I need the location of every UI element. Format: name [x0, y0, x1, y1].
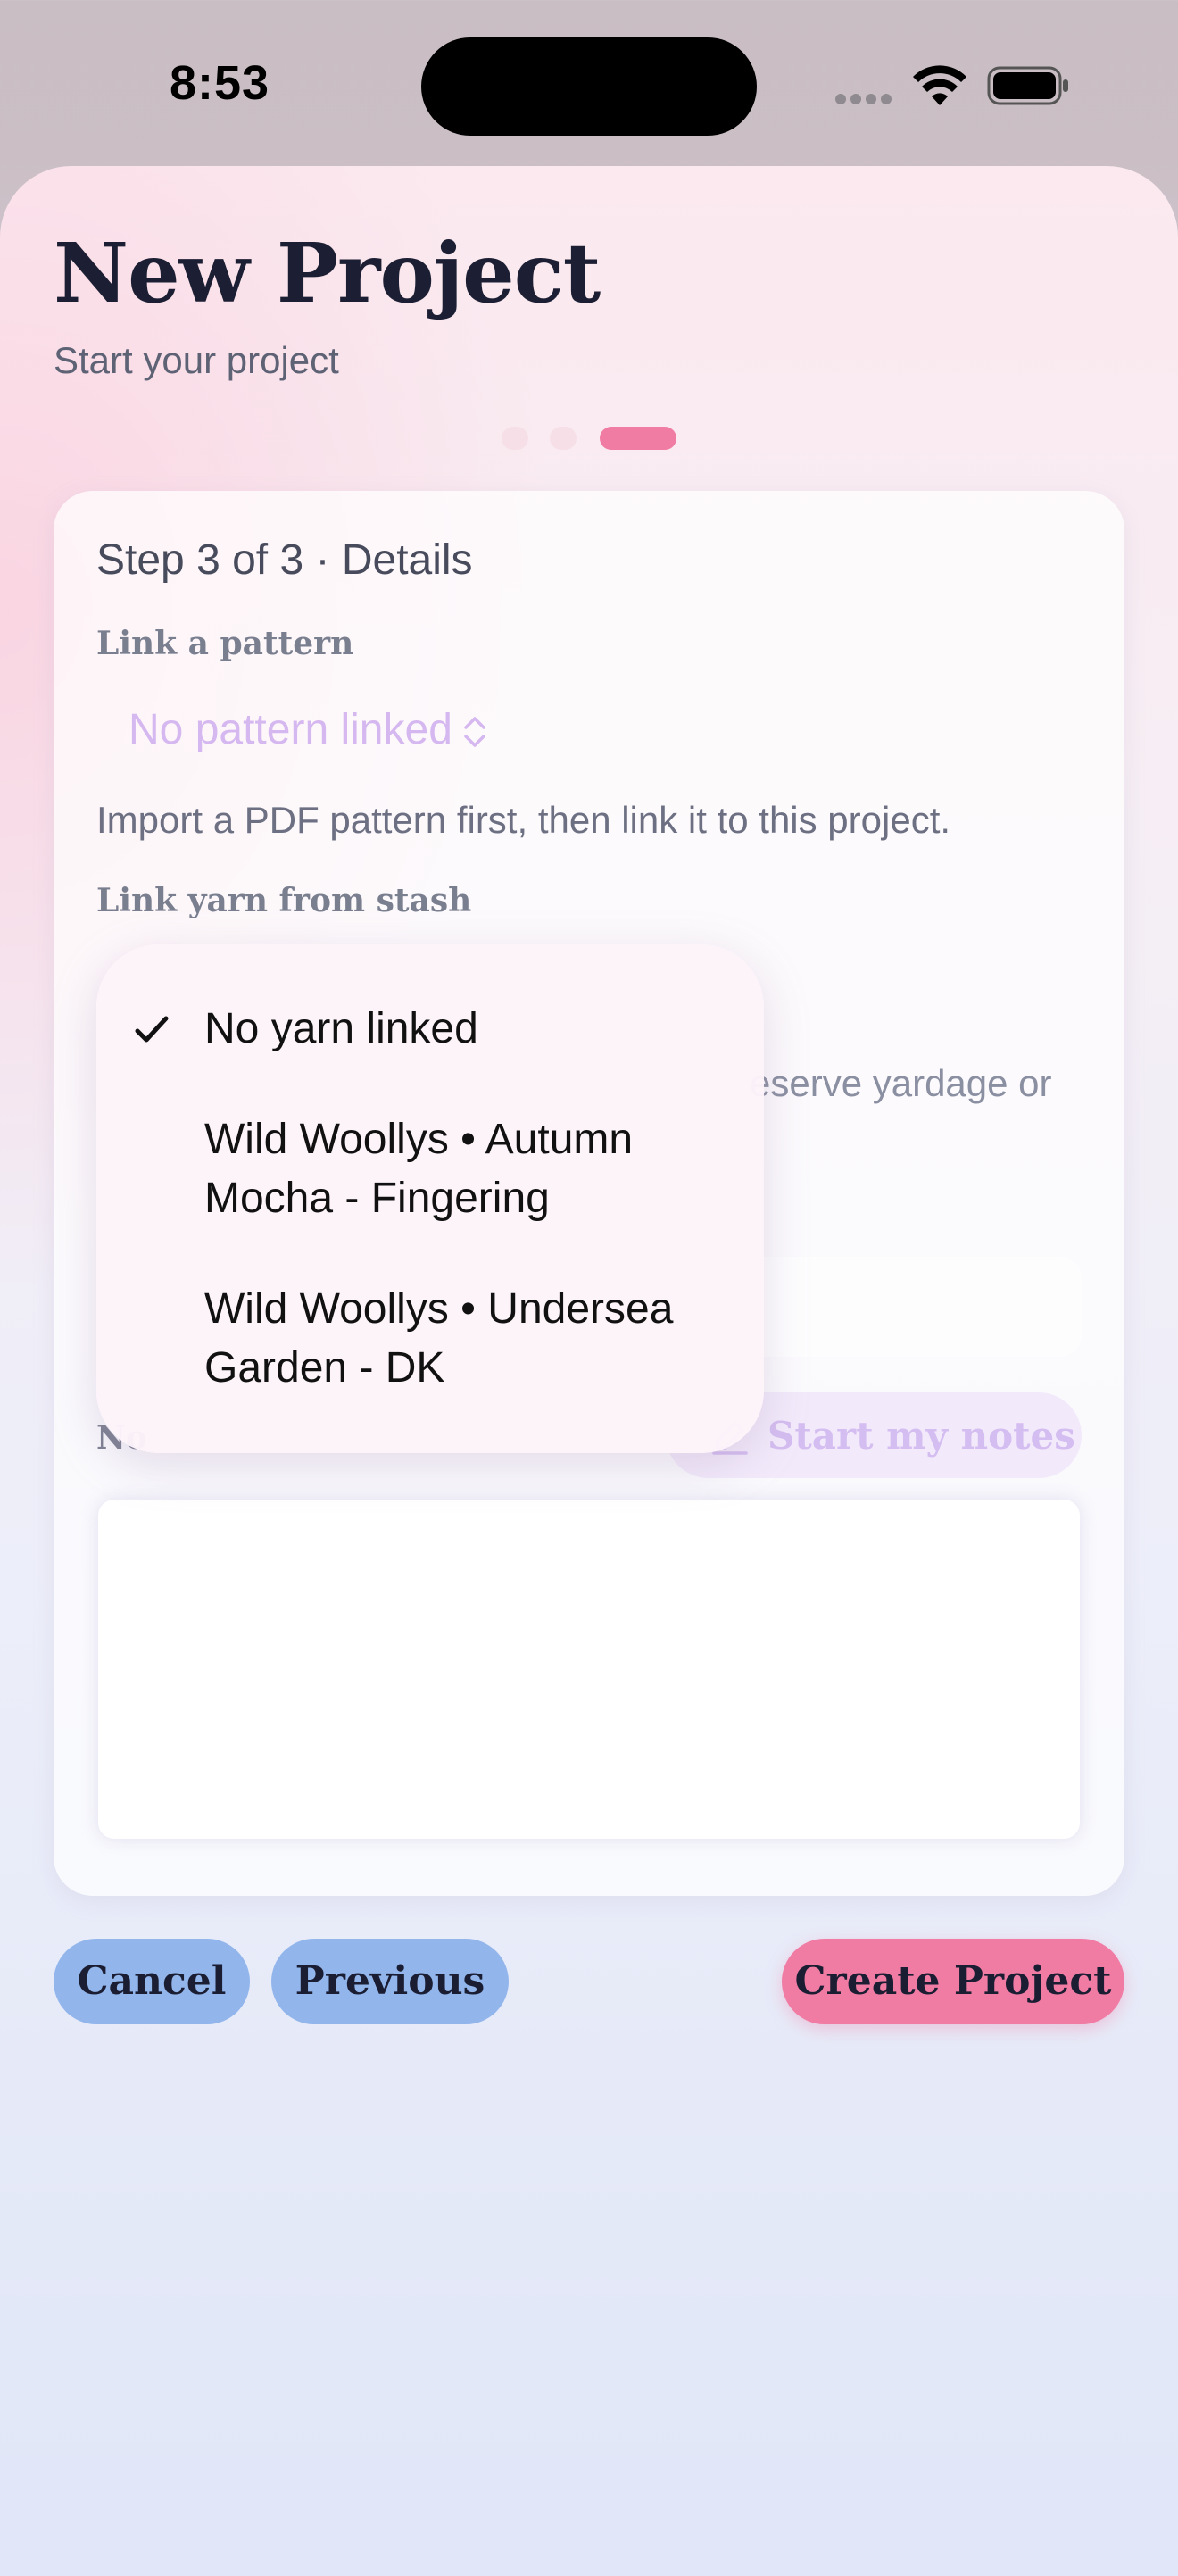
create-project-button[interactable]: Create Project [782, 1939, 1124, 2024]
pattern-section-label: Link a pattern [96, 625, 354, 662]
step-dot-2 [550, 427, 577, 450]
page-title: New Project [54, 225, 601, 321]
yarn-option-none[interactable]: No yarn linked [204, 1000, 478, 1059]
status-time: 8:53 [170, 56, 270, 110]
pattern-picker-value: No pattern linked [129, 706, 452, 753]
cellular-signal-icon [835, 93, 896, 105]
chevron-up-down-icon [464, 717, 485, 748]
previous-button[interactable]: Previous [271, 1939, 509, 2024]
notes-textarea[interactable] [98, 1500, 1080, 1839]
step-dot-3-active [600, 427, 676, 450]
yarn-help-text: eserve yardage or [750, 1062, 1052, 1104]
dynamic-island [421, 37, 757, 136]
yarn-section-label: Link yarn from stash [96, 882, 472, 919]
pattern-picker[interactable]: No pattern linked [129, 705, 488, 754]
yarn-option-undersea-garden[interactable]: Wild Woollys • Undersea Garden - DK [204, 1280, 758, 1398]
pattern-help-text: Import a PDF pattern first, then link it… [96, 799, 951, 841]
yarn-option-autumn-mocha[interactable]: Wild Woollys • Autumn Mocha - Fingering [204, 1110, 758, 1228]
wifi-icon [913, 65, 966, 105]
checkmark-icon [135, 1016, 169, 1043]
step-label: Step 3 of 3 · Details [96, 536, 473, 584]
cancel-button[interactable]: Cancel [54, 1939, 250, 2024]
battery-icon [987, 66, 1068, 105]
status-bar: 8:53 [0, 0, 1178, 170]
step-dot-1 [502, 427, 528, 450]
start-notes-label: Start my notes [767, 1414, 1075, 1458]
page-subtitle: Start your project [54, 339, 339, 381]
